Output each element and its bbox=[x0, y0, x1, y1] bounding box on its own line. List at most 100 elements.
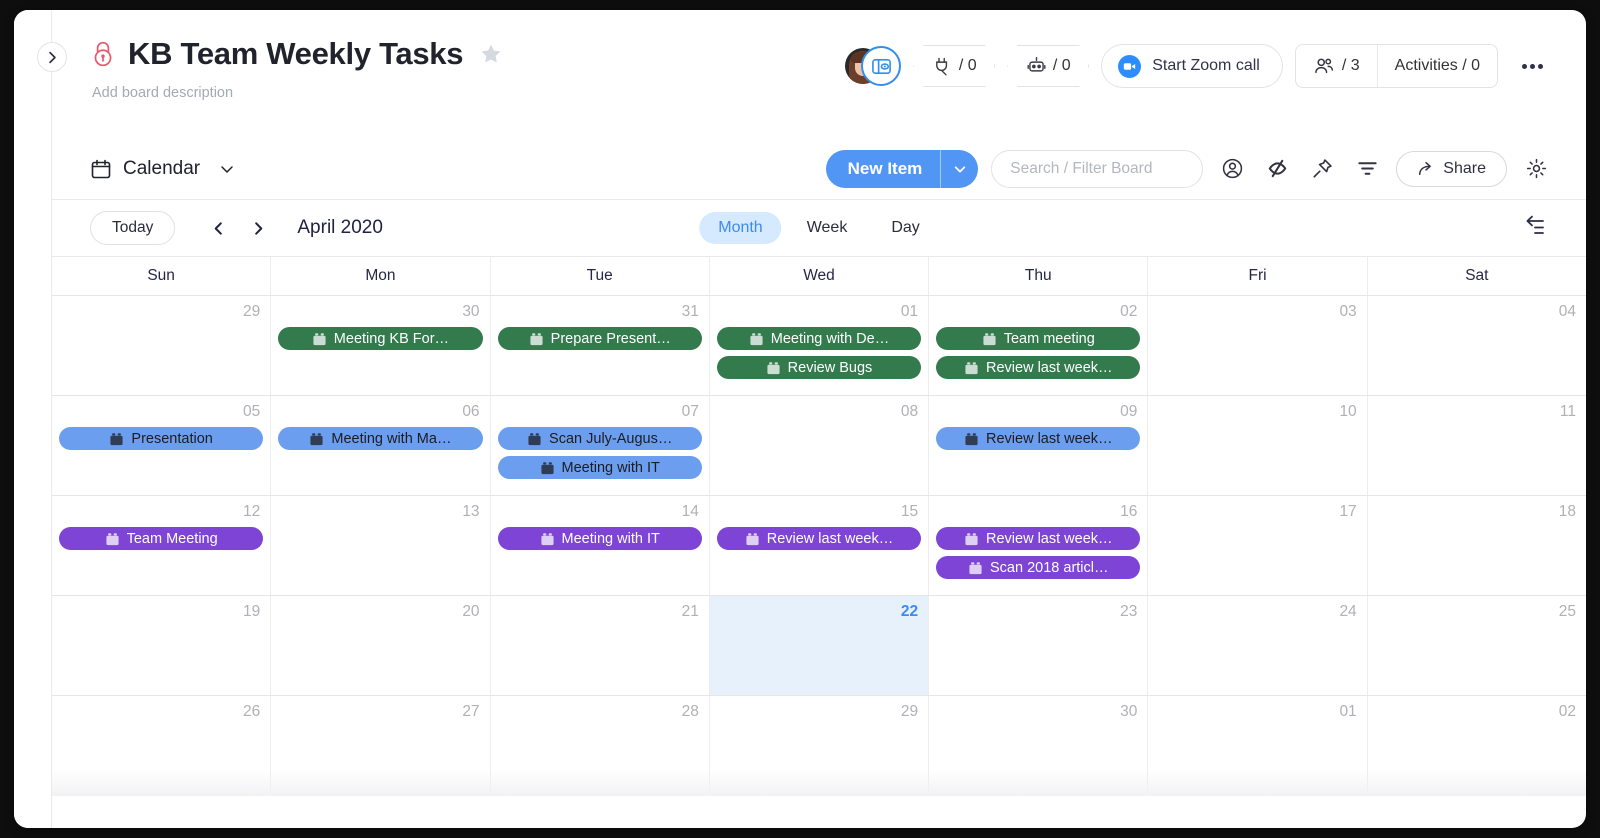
day-cell[interactable]: 16Review last week…Scan 2018 articl… bbox=[929, 496, 1148, 595]
collapse-panel-button[interactable] bbox=[1522, 213, 1552, 243]
start-zoom-call-label: Start Zoom call bbox=[1152, 57, 1260, 75]
event-box-icon bbox=[109, 432, 124, 446]
board-settings-button[interactable] bbox=[1520, 153, 1552, 185]
day-cell[interactable]: 29 bbox=[710, 696, 929, 796]
today-button[interactable]: Today bbox=[90, 211, 175, 245]
star-icon[interactable] bbox=[479, 42, 503, 66]
day-number: 29 bbox=[59, 303, 263, 321]
day-cell[interactable]: 23 bbox=[929, 596, 1148, 695]
lock-icon bbox=[90, 40, 116, 68]
day-number: 18 bbox=[1375, 503, 1579, 521]
hide-columns-button[interactable] bbox=[1261, 153, 1293, 185]
day-cell-today[interactable]: 22 bbox=[710, 596, 929, 695]
range-day[interactable]: Day bbox=[872, 212, 938, 244]
chevron-down-icon[interactable] bbox=[219, 161, 235, 177]
day-cell[interactable]: 31Prepare Present… bbox=[491, 296, 710, 395]
board-content: KB Team Weekly Tasks Add board descripti… bbox=[52, 10, 1586, 828]
day-cell[interactable]: 21 bbox=[491, 596, 710, 695]
day-number: 21 bbox=[498, 603, 702, 621]
sidebar-expand-button[interactable] bbox=[37, 42, 67, 72]
day-cell[interactable]: 29 bbox=[52, 296, 271, 395]
day-cell[interactable]: 02Team meetingReview last week… bbox=[929, 296, 1148, 395]
event-box-icon bbox=[312, 332, 327, 346]
search-input[interactable] bbox=[1010, 160, 1184, 178]
day-cell[interactable]: 01Meeting with De…Review Bugs bbox=[710, 296, 929, 395]
calendar-event[interactable]: Scan 2018 articl… bbox=[936, 556, 1140, 579]
calendar-event[interactable]: Presentation bbox=[59, 427, 263, 450]
view-selector[interactable]: Calendar bbox=[90, 158, 235, 180]
range-month[interactable]: Month bbox=[699, 212, 781, 244]
day-cell[interactable]: 14Meeting with IT bbox=[491, 496, 710, 595]
day-cell[interactable]: 17 bbox=[1148, 496, 1367, 595]
person-filter-button[interactable] bbox=[1216, 153, 1248, 185]
week-row: 262728293001 02 bbox=[52, 696, 1586, 796]
day-cell[interactable]: 27 bbox=[271, 696, 490, 796]
calendar-event[interactable]: Scan July-Augus… bbox=[498, 427, 702, 450]
calendar-event-title: Review last week… bbox=[986, 531, 1113, 547]
day-cell[interactable]: 11 bbox=[1368, 396, 1586, 495]
event-box-icon bbox=[968, 561, 983, 575]
day-cell[interactable]: 18 bbox=[1368, 496, 1586, 595]
calendar-event[interactable]: Team Meeting bbox=[59, 527, 263, 550]
day-cell[interactable]: 30Meeting KB For… bbox=[271, 296, 490, 395]
filter-button[interactable] bbox=[1351, 153, 1383, 185]
activities-button[interactable]: Activities / 0 bbox=[1377, 45, 1497, 87]
calendar-event[interactable]: Meeting KB For… bbox=[278, 327, 482, 350]
day-cell[interactable]: 20 bbox=[271, 596, 490, 695]
pin-button[interactable] bbox=[1306, 153, 1338, 185]
calendar-event[interactable]: Review Bugs bbox=[717, 356, 921, 379]
calendar-event[interactable]: Meeting with IT bbox=[498, 527, 702, 550]
calendar-event[interactable]: Team meeting bbox=[936, 327, 1140, 350]
calendar-event[interactable]: Prepare Present… bbox=[498, 327, 702, 350]
day-cell[interactable]: 13 bbox=[271, 496, 490, 595]
day-cell[interactable]: 10 bbox=[1148, 396, 1367, 495]
automations-button[interactable]: / 0 bbox=[1007, 45, 1089, 87]
day-cell[interactable]: 30 bbox=[929, 696, 1148, 796]
day-cell[interactable]: 04 bbox=[1368, 296, 1586, 395]
new-item-dropdown[interactable] bbox=[940, 150, 978, 188]
weekday-header-sun: Sun bbox=[52, 257, 271, 295]
board-view-badge[interactable] bbox=[861, 46, 901, 86]
day-cell[interactable]: 19 bbox=[52, 596, 271, 695]
day-cell[interactable]: 24 bbox=[1148, 596, 1367, 695]
calendar-event[interactable]: Meeting with Ma… bbox=[278, 427, 482, 450]
next-month-button[interactable] bbox=[241, 211, 275, 245]
day-cell[interactable]: 09Review last week… bbox=[929, 396, 1148, 495]
day-cell[interactable]: 28 bbox=[491, 696, 710, 796]
avatar[interactable] bbox=[845, 46, 901, 86]
calendar-event[interactable]: Meeting with De… bbox=[717, 327, 921, 350]
day-cell[interactable]: 03 bbox=[1148, 296, 1367, 395]
day-cell[interactable]: 06Meeting with Ma… bbox=[271, 396, 490, 495]
day-cell[interactable]: 01 bbox=[1148, 696, 1367, 796]
day-cell[interactable]: 05Presentation bbox=[52, 396, 271, 495]
day-cell[interactable]: 07Scan July-Augus…Meeting with IT bbox=[491, 396, 710, 495]
more-options-button[interactable] bbox=[1512, 46, 1552, 86]
calendar-event[interactable]: Review last week… bbox=[936, 356, 1140, 379]
calendar-event-title: Team meeting bbox=[1004, 331, 1095, 347]
members-button[interactable]: / 3 bbox=[1296, 45, 1377, 87]
integrations-button[interactable]: / 0 bbox=[913, 45, 995, 87]
day-cell[interactable]: 08 bbox=[710, 396, 929, 495]
day-cell[interactable]: 25 bbox=[1368, 596, 1586, 695]
prev-month-button[interactable] bbox=[201, 211, 235, 245]
new-item-button[interactable]: New Item bbox=[826, 150, 979, 188]
day-number: 12 bbox=[59, 503, 263, 521]
calendar-event[interactable]: Review last week… bbox=[936, 427, 1140, 450]
calendar-event[interactable]: Review last week… bbox=[936, 527, 1140, 550]
day-cell[interactable]: 15Review last week… bbox=[710, 496, 929, 595]
weekday-header-tue: Tue bbox=[491, 257, 710, 295]
day-cell[interactable]: 12 Team Meeting bbox=[52, 496, 271, 595]
chevron-right-icon bbox=[251, 221, 266, 236]
calendar-event-title: Review last week… bbox=[986, 360, 1113, 376]
day-cell[interactable]: 02 bbox=[1368, 696, 1586, 796]
share-button[interactable]: Share bbox=[1396, 151, 1507, 187]
range-week[interactable]: Week bbox=[788, 212, 867, 244]
day-cell[interactable]: 26 bbox=[52, 696, 271, 796]
calendar-event[interactable]: Meeting with IT bbox=[498, 456, 702, 479]
start-zoom-call-button[interactable]: Start Zoom call bbox=[1101, 44, 1283, 88]
calendar-event[interactable]: Review last week… bbox=[717, 527, 921, 550]
calendar-icon bbox=[90, 158, 112, 180]
day-number: 02 bbox=[1375, 703, 1579, 721]
search-filter-box[interactable] bbox=[991, 150, 1203, 188]
day-number: 24 bbox=[1155, 603, 1359, 621]
